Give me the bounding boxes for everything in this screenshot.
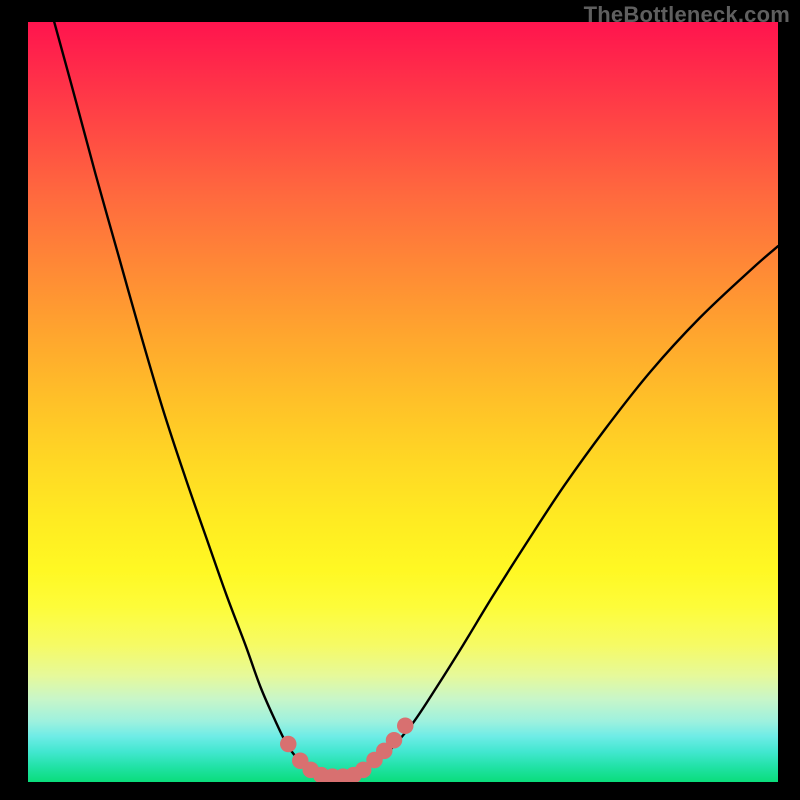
- watermark-text: TheBottleneck.com: [584, 2, 790, 28]
- bottleneck-curve-path: [54, 22, 778, 777]
- bottleneck-curve-svg: [28, 22, 778, 782]
- curve-markers: [280, 718, 414, 782]
- curve-marker: [397, 718, 414, 735]
- curve-marker: [386, 732, 403, 749]
- chart-frame: TheBottleneck.com: [0, 0, 800, 800]
- plot-area: [28, 22, 778, 782]
- curve-marker: [280, 736, 297, 753]
